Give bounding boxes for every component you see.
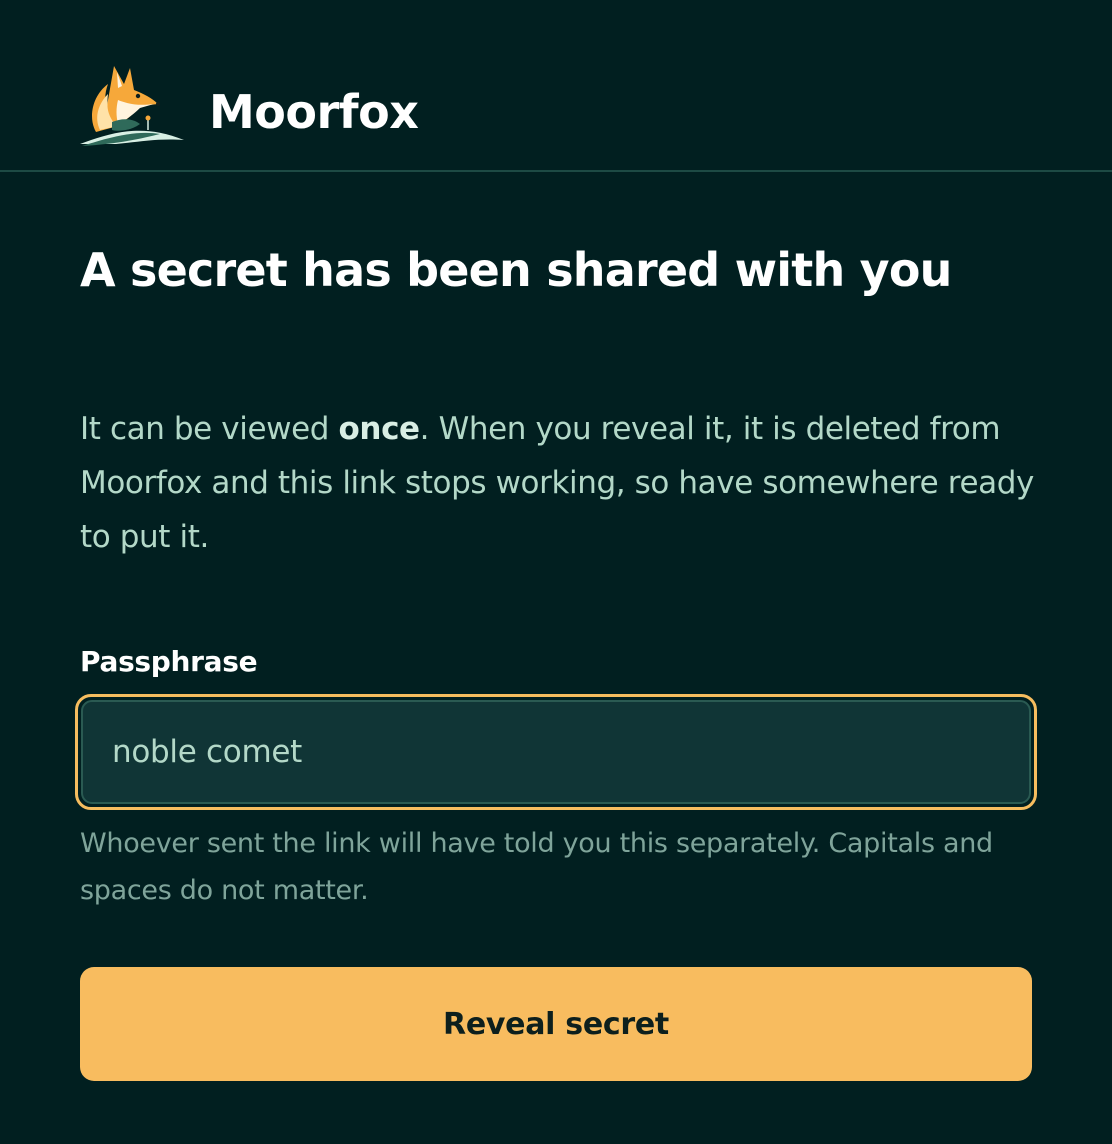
page: Moorfox A secret has been shared with yo… [0, 0, 1112, 1144]
page-title: A secret has been shared with you [80, 243, 952, 297]
reveal-secret-button[interactable]: Reveal secret [80, 967, 1032, 1081]
description: It can be viewed once. When you reveal i… [80, 402, 1040, 564]
description-emphasis: once [338, 411, 421, 447]
passphrase-input[interactable] [81, 700, 1031, 804]
passphrase-hint: Whoever sent the link will have told you… [80, 828, 993, 906]
fox-logo-icon [80, 66, 184, 146]
header: Moorfox [0, 0, 1112, 172]
passphrase-focus-ring [75, 694, 1037, 810]
brand-name: Moorfox [209, 85, 419, 139]
passphrase-label: Passphrase [80, 645, 258, 678]
description-text-1: It can be viewed [80, 411, 339, 447]
